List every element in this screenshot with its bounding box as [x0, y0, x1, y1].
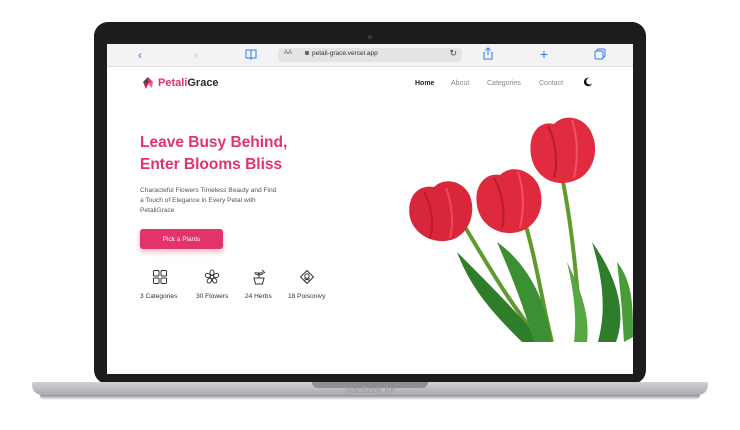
nav-about[interactable]: About: [451, 80, 469, 87]
logo-icon[interactable]: [141, 76, 155, 90]
reload-icon[interactable]: ↻: [449, 48, 457, 59]
laptop-shadow: [40, 395, 700, 400]
camera: [368, 35, 372, 39]
logo-text[interactable]: PetaliGrace: [158, 77, 219, 89]
tulip-image: [409, 117, 633, 342]
headline-line-2: Enter Blooms Bliss: [140, 156, 283, 173]
browser-toolbar: ‹ › AA petali-grace.vercel.app ↻ +: [107, 44, 633, 67]
poison-icon: [299, 269, 315, 285]
hero-headline: Leave Busy Behind, Enter Blooms Bliss: [140, 132, 340, 176]
stat-herbs: 24 Herbs: [245, 293, 272, 300]
url-text: petali-grace.vercel.app: [312, 50, 378, 57]
new-tab-icon[interactable]: +: [537, 47, 551, 61]
back-icon[interactable]: ‹: [133, 48, 147, 62]
device-label: MacBook Air: [344, 385, 396, 395]
hero-subtitle: Characteful Flowers Timeless Beauty and …: [140, 187, 277, 214]
lock-icon: [305, 51, 309, 55]
herb-pot-icon: [253, 269, 266, 285]
nav-home[interactable]: Home: [415, 80, 434, 87]
text-size-button[interactable]: AA: [284, 50, 292, 56]
stat-categories: 3 Categories: [140, 293, 178, 300]
headline-line-1: Leave Busy Behind,: [140, 134, 288, 151]
nav-categories[interactable]: Categories: [487, 80, 521, 87]
forward-icon[interactable]: ›: [189, 48, 203, 62]
moon-icon[interactable]: [583, 77, 593, 90]
book-icon[interactable]: [244, 48, 258, 63]
stat-flowers: 30 Flowers: [196, 293, 229, 300]
tabs-icon[interactable]: [593, 48, 607, 63]
pick-plants-button[interactable]: Pick a Plants: [140, 229, 223, 249]
grid-icon: [153, 270, 167, 284]
address-bar[interactable]: AA petali-grace.vercel.app ↻: [278, 48, 462, 62]
flower-icon: [204, 269, 220, 284]
stat-poisonivy: 18 Poisonivy: [288, 293, 326, 300]
screen: ‹ › AA petali-grace.vercel.app ↻ + Petal…: [107, 44, 633, 374]
share-icon[interactable]: [481, 47, 495, 63]
nav-contact[interactable]: Contact: [539, 80, 563, 87]
